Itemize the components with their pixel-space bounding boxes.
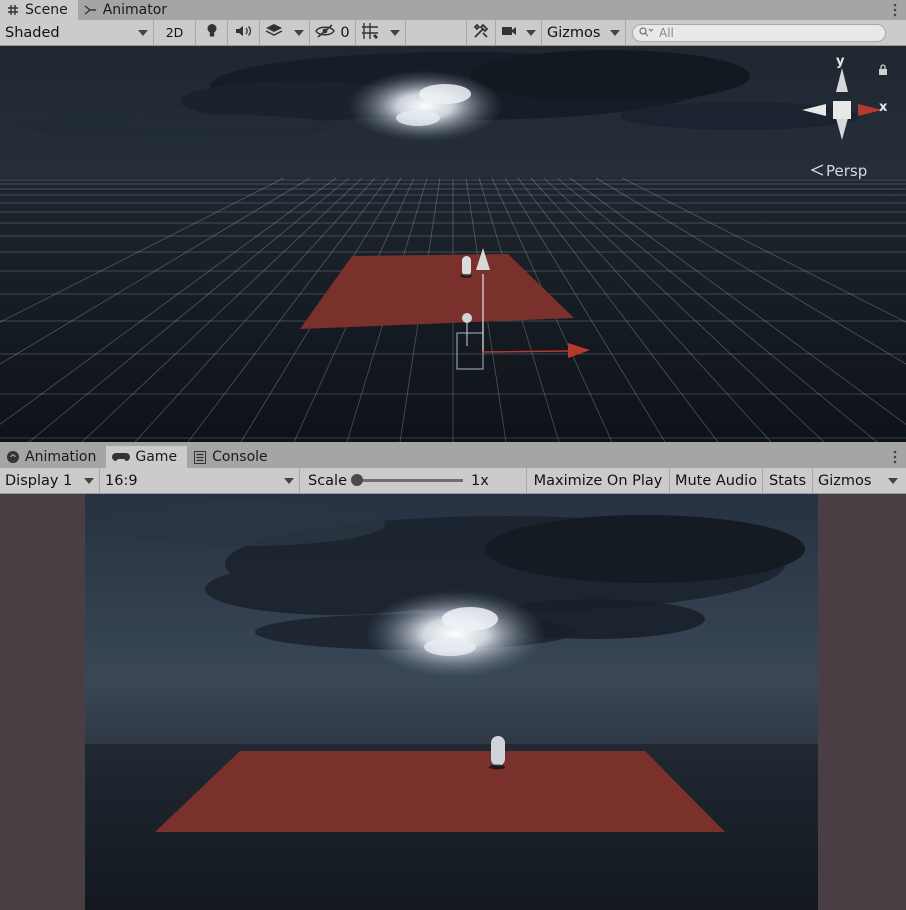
- display-dropdown[interactable]: Display 1: [0, 468, 100, 493]
- stats-toggle[interactable]: Stats: [763, 468, 813, 493]
- camera-icon: [501, 25, 517, 41]
- aspect-dropdown[interactable]: 16:9: [100, 468, 300, 493]
- scale-label: Scale: [308, 472, 348, 489]
- scene-render: [0, 46, 906, 442]
- chevron-down-icon: [284, 477, 294, 484]
- axis-y-label: y: [836, 54, 845, 69]
- chevron-down-icon: [526, 29, 536, 36]
- scene-tab-bar: Scene Animator: [0, 0, 906, 20]
- chevron-down-icon: [610, 29, 620, 36]
- toggle-2d-label: 2D: [165, 25, 184, 40]
- game-viewport[interactable]: [0, 494, 906, 910]
- eye-slash-icon: [315, 23, 336, 42]
- projection-toggle[interactable]: Persp: [810, 162, 867, 180]
- maximize-on-play-label: Maximize On Play: [533, 472, 663, 489]
- animator-icon: [84, 3, 98, 17]
- scene-toolbar: Shaded 2D 0 Gizmos All: [0, 20, 906, 46]
- scale-slider-track[interactable]: [351, 474, 464, 486]
- console-icon: [193, 450, 207, 464]
- toggle-2d-button[interactable]: 2D: [154, 20, 196, 45]
- game-moon-glow: [365, 590, 545, 678]
- game-tab-bar: Animation Game Console: [0, 446, 906, 468]
- animation-icon: [6, 450, 20, 464]
- layers-icon: [265, 23, 283, 42]
- game-gizmos-label: Gizmos: [818, 472, 872, 489]
- scene-gizmos-label: Gizmos: [547, 24, 601, 41]
- game-render: [85, 494, 818, 910]
- tab-game[interactable]: Game: [106, 446, 188, 468]
- shading-mode-label: Shaded: [5, 24, 60, 41]
- scale-slider[interactable]: Scale 1x: [300, 468, 527, 493]
- scene-search-input[interactable]: All: [632, 23, 886, 42]
- lock-icon[interactable]: [878, 63, 888, 79]
- tab-animator-label: Animator: [102, 2, 168, 18]
- chevron-down-icon: [888, 477, 898, 484]
- projection-label: Persp: [826, 162, 868, 180]
- lighting-toggle-button[interactable]: [196, 20, 228, 45]
- tab-console[interactable]: Console: [187, 446, 278, 468]
- tools-button[interactable]: [466, 20, 496, 45]
- tab-game-label: Game: [135, 449, 178, 465]
- tab-animation[interactable]: Animation: [0, 446, 106, 468]
- search-icon: [639, 26, 654, 40]
- game-gizmos-dropdown[interactable]: Gizmos: [813, 468, 903, 493]
- tab-scene[interactable]: Scene: [0, 0, 78, 20]
- hidden-objects-toggle[interactable]: 0: [310, 20, 356, 45]
- hidden-count: 0: [340, 24, 350, 41]
- grid-icon: [6, 3, 20, 17]
- tools-icon: [473, 23, 489, 43]
- effects-dropdown[interactable]: [260, 20, 310, 45]
- game-ground-plane: [155, 751, 725, 832]
- audio-toggle-button[interactable]: [228, 20, 260, 45]
- game-toolbar: Display 1 16:9 Scale 1x Maximize On Play…: [0, 468, 906, 494]
- snap-grid-icon: [361, 22, 379, 44]
- moon-glow: [347, 70, 503, 142]
- axis-x-label: x: [879, 100, 888, 115]
- game-player-capsule: [491, 736, 505, 766]
- camera-dropdown[interactable]: [496, 20, 542, 45]
- mute-audio-label: Mute Audio: [674, 472, 758, 489]
- chevron-down-icon: [84, 477, 94, 484]
- gamepad-icon: [112, 450, 131, 464]
- tab-animation-label: Animation: [25, 449, 97, 465]
- more-options-icon[interactable]: [884, 0, 906, 20]
- grid-snap-dropdown[interactable]: [356, 20, 406, 45]
- stats-label: Stats: [768, 472, 806, 489]
- chevron-down-icon: [138, 29, 148, 36]
- mute-audio-toggle[interactable]: Mute Audio: [670, 468, 763, 493]
- display-label: Display 1: [5, 472, 73, 489]
- search-placeholder: All: [659, 25, 674, 40]
- aspect-label: 16:9: [105, 472, 138, 489]
- perspective-icon: [810, 162, 824, 180]
- scene-gizmos-dropdown[interactable]: Gizmos: [542, 20, 626, 45]
- chevron-down-icon: [294, 29, 304, 36]
- tab-animator[interactable]: Animator: [78, 0, 177, 20]
- tab-scene-label: Scene: [25, 2, 68, 18]
- maximize-on-play-toggle[interactable]: Maximize On Play: [527, 468, 670, 493]
- speaker-icon: [235, 24, 253, 42]
- more-options-icon[interactable]: [884, 446, 906, 468]
- scale-value: 1x: [471, 472, 489, 489]
- scale-slider-knob[interactable]: [351, 474, 364, 486]
- lightbulb-icon: [206, 23, 218, 42]
- scene-viewport[interactable]: y x Persp: [0, 46, 906, 442]
- chevron-down-icon: [390, 29, 400, 36]
- player-capsule: [462, 256, 471, 276]
- tab-console-label: Console: [212, 449, 268, 465]
- shading-mode-dropdown[interactable]: Shaded: [0, 20, 154, 45]
